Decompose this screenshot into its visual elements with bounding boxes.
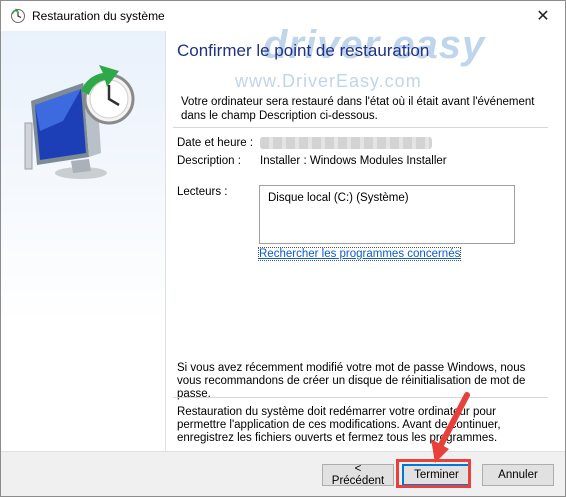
restart-note: Restauration du système doit redémarrer … [177,406,501,444]
system-restore-monitor-clock-icon [24,65,135,179]
back-button[interactable]: < Précédent [322,463,394,487]
description-label: Description : [177,155,241,167]
drives-label: Lecteurs : [177,186,228,198]
date-label: Date et heure : [177,137,254,149]
drives-list[interactable]: Disque local (C:) (Système) [259,185,515,244]
page-title: Confirmer le point de restauration [177,41,430,60]
finish-button[interactable]: Terminer [402,464,471,486]
title-bar: Restauration du système ✕ [1,1,565,31]
separator [173,397,548,398]
list-item[interactable]: Disque local (C:) (Système) [268,192,409,204]
scan-affected-programs-link[interactable]: Rechercher les programmes concernés [257,247,462,261]
button-bar [1,451,565,496]
window-title: Restauration du système [32,9,165,23]
system-restore-icon [11,8,25,23]
separator [173,127,548,128]
system-restore-dialog: Restauration du système ✕ driver easy ww… [0,0,566,497]
password-note: Si vous avez récemment modifié votre mot… [177,362,526,400]
watermark-url: www.DriverEasy.com [235,71,422,91]
description-value: Installer : Windows Modules Installer [260,155,447,167]
cancel-button[interactable]: Annuler [482,464,554,486]
intro-text: Votre ordinateur sera restauré dans l'ét… [181,96,535,122]
close-button[interactable]: ✕ [521,1,565,31]
side-panel [1,31,165,451]
close-icon: ✕ [536,8,550,25]
panel-divider [165,31,166,451]
date-value-redacted [260,137,432,149]
